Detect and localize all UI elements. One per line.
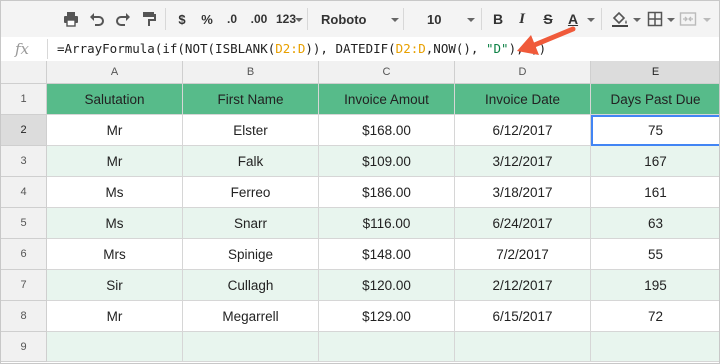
header-cell[interactable]: Invoice Amout: [319, 84, 455, 115]
formula-range-ref: D2:D: [395, 41, 426, 56]
undo-icon[interactable]: [87, 1, 107, 37]
table-cell[interactable]: $168.00: [319, 115, 455, 146]
paint-format-icon[interactable]: [139, 1, 159, 37]
table-cell[interactable]: Mr: [47, 146, 183, 177]
print-icon[interactable]: [61, 1, 81, 37]
table-cell[interactable]: 7/2/2017: [455, 239, 591, 270]
column-header-a[interactable]: A: [47, 61, 183, 84]
table-cell[interactable]: Falk: [183, 146, 319, 177]
chevron-down-icon: [587, 18, 595, 22]
table-cell[interactable]: Mrs: [47, 239, 183, 270]
row-header-6[interactable]: 6: [1, 239, 47, 270]
chevron-down-icon: [295, 18, 303, 22]
formula-text: =ArrayFormula(if(NOT(ISBLANK(: [57, 41, 276, 56]
decrease-decimals-button[interactable]: .0: [221, 1, 243, 37]
column-header-d[interactable]: D: [455, 61, 591, 84]
table-cell[interactable]: $148.00: [319, 239, 455, 270]
row-header-9[interactable]: 9: [1, 332, 47, 362]
table-cell[interactable]: 3/12/2017: [455, 146, 591, 177]
header-cell[interactable]: Salutation: [47, 84, 183, 115]
format-percent-button[interactable]: %: [197, 1, 217, 37]
table-cell[interactable]: [591, 332, 719, 362]
table-cell[interactable]: 55: [591, 239, 719, 270]
table-cell[interactable]: [47, 332, 183, 362]
header-cell[interactable]: Invoice Date: [455, 84, 591, 115]
table-cell[interactable]: [183, 332, 319, 362]
table-cell[interactable]: Elster: [183, 115, 319, 146]
annotation-arrow-icon: [517, 26, 576, 55]
row-header-1[interactable]: 1: [1, 84, 47, 115]
table-cell[interactable]: Spinige: [183, 239, 319, 270]
table-cell[interactable]: 6/24/2017: [455, 208, 591, 239]
row-header-2[interactable]: 2: [1, 115, 47, 146]
column-header-e[interactable]: E: [591, 61, 719, 84]
table-cell[interactable]: Ms: [47, 177, 183, 208]
table-cell[interactable]: [319, 332, 455, 362]
table-cell[interactable]: 167: [591, 146, 719, 177]
font-family-select[interactable]: Roboto: [321, 7, 393, 31]
spreadsheet-window: $ % .0 .00 123 Roboto 10 B I S A fx =Arr…: [0, 0, 720, 364]
header-cell[interactable]: First Name: [183, 84, 319, 115]
table-cell[interactable]: 6/12/2017: [455, 115, 591, 146]
table-cell[interactable]: $186.00: [319, 177, 455, 208]
table-cell[interactable]: 72: [591, 301, 719, 332]
formula-string-literal: "D": [486, 41, 509, 56]
chevron-down-icon: [467, 18, 475, 22]
row-header-5[interactable]: 5: [1, 208, 47, 239]
formula-text: ,NOW(),: [425, 41, 486, 56]
bold-button[interactable]: B: [489, 1, 507, 37]
table-cell[interactable]: Snarr: [183, 208, 319, 239]
table-cell[interactable]: 75: [591, 115, 719, 146]
toolbar-divider: [481, 8, 482, 30]
fx-label: fx: [15, 40, 30, 58]
toolbar-divider: [601, 8, 602, 30]
increase-decimals-button[interactable]: .00: [245, 1, 273, 37]
formula-input[interactable]: =ArrayFormula(if(NOT(ISBLANK(D2:D)), DAT…: [57, 41, 546, 56]
table-cell[interactable]: $120.00: [319, 270, 455, 301]
table-cell[interactable]: 161: [591, 177, 719, 208]
table-cell[interactable]: Cullagh: [183, 270, 319, 301]
select-all-corner[interactable]: [1, 61, 47, 84]
merge-cells-icon[interactable]: [677, 1, 699, 37]
toolbar: $ % .0 .00 123 Roboto 10 B I S A: [1, 1, 719, 38]
table-cell[interactable]: 2/12/2017: [455, 270, 591, 301]
font-size-select[interactable]: 10: [427, 7, 457, 31]
table-cell[interactable]: Ferreo: [183, 177, 319, 208]
header-cell[interactable]: Days Past Due: [591, 84, 719, 115]
column-header-c[interactable]: C: [319, 61, 455, 84]
formula-bar: fx =ArrayFormula(if(NOT(ISBLANK(D2:D)), …: [1, 37, 719, 62]
table-cell[interactable]: Mr: [47, 115, 183, 146]
column-header-b[interactable]: B: [183, 61, 319, 84]
redo-icon[interactable]: [113, 1, 133, 37]
table-cell[interactable]: Megarrell: [183, 301, 319, 332]
table-cell[interactable]: $129.00: [319, 301, 455, 332]
row-header-3[interactable]: 3: [1, 146, 47, 177]
table-cell[interactable]: 63: [591, 208, 719, 239]
borders-icon[interactable]: [645, 1, 665, 37]
chevron-down-icon: [633, 18, 641, 22]
table-cell[interactable]: Mr: [47, 301, 183, 332]
table-cell[interactable]: Sir: [47, 270, 183, 301]
table-cell[interactable]: Ms: [47, 208, 183, 239]
chevron-down-icon: [391, 18, 399, 22]
toolbar-divider: [165, 8, 166, 30]
table-cell[interactable]: $116.00: [319, 208, 455, 239]
formula-text: )), DATEDIF(: [305, 41, 396, 56]
formula-range-ref: D2:D: [275, 41, 306, 56]
format-currency-button[interactable]: $: [173, 1, 191, 37]
toolbar-divider: [403, 8, 404, 30]
row-header-4[interactable]: 4: [1, 177, 47, 208]
table-cell[interactable]: 3/18/2017: [455, 177, 591, 208]
chevron-down-icon: [703, 18, 711, 22]
formula-bar-divider: [47, 39, 48, 59]
table-cell[interactable]: $109.00: [319, 146, 455, 177]
row-header-8[interactable]: 8: [1, 301, 47, 332]
toolbar-divider: [307, 8, 308, 30]
table-cell[interactable]: 6/15/2017: [455, 301, 591, 332]
table-cell[interactable]: 195: [591, 270, 719, 301]
fill-color-icon[interactable]: [609, 1, 631, 37]
chevron-down-icon: [667, 18, 675, 22]
row-header-7[interactable]: 7: [1, 270, 47, 301]
table-cell[interactable]: [455, 332, 591, 362]
